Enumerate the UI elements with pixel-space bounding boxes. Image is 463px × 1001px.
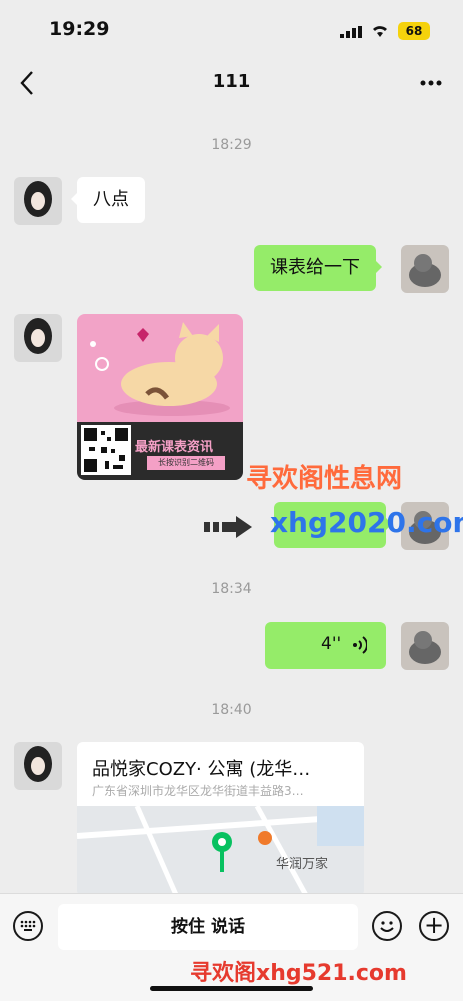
timestamp: 18:40 <box>211 702 252 718</box>
watermark-footer: 寻欢阁xhg521.com <box>190 961 407 986</box>
emoji-icon[interactable] <box>372 911 402 941</box>
chat-title: 111 <box>212 71 251 92</box>
message-bubble-incoming[interactable]: 八点 <box>71 177 145 223</box>
wifi-icon <box>373 26 387 37</box>
avatar-self[interactable] <box>401 622 449 670</box>
cat-illustration <box>77 314 243 422</box>
voice-message[interactable]: 4'' <box>265 622 386 669</box>
map-poi-label: 华润万家 <box>276 857 329 872</box>
avatar-contact[interactable] <box>14 742 62 790</box>
sticker-banner: 最新课表资讯 长按识别二维码 <box>77 422 243 480</box>
more-icon[interactable] <box>416 68 446 98</box>
sticker-image[interactable]: 最新课表资讯 长按识别二维码 <box>77 314 243 480</box>
timestamp: 18:29 <box>211 137 252 153</box>
qr-code <box>81 425 131 475</box>
keyboard-icon[interactable] <box>13 911 43 941</box>
avatar-contact[interactable] <box>14 177 62 225</box>
status-bar: 19:29 68 <box>0 0 463 58</box>
voice-wave-icon <box>353 636 367 654</box>
avatar-self[interactable] <box>401 245 449 293</box>
signal-icon <box>340 26 362 38</box>
hold-to-talk-button[interactable]: 按住 说话 <box>58 904 358 950</box>
message-bubble-outgoing[interactable]: 课表给一下 <box>254 245 382 291</box>
watermark-url: xhg2020.com <box>270 506 463 539</box>
watermark-text: 寻欢阁性息网 <box>246 464 403 494</box>
battery-icon: 68 <box>398 22 430 40</box>
status-time: 19:29 <box>49 18 110 40</box>
location-map <box>77 804 364 897</box>
sticker-subcaption: 长按识别二维码 <box>147 456 225 470</box>
avatar-contact[interactable] <box>14 314 62 362</box>
timestamp: 18:34 <box>211 581 252 597</box>
sticker-caption: 最新课表资讯 <box>135 440 214 455</box>
plus-icon[interactable]: + <box>419 911 449 941</box>
arrow-icon <box>204 516 252 538</box>
home-indicator <box>150 986 313 991</box>
voice-duration: 4'' <box>321 634 342 654</box>
nav-bar: 111 <box>0 58 463 108</box>
location-card[interactable]: 品悦家COZY· 公寓 (龙华… 广东省深圳市龙华区龙华街道丰益路3… 华润万家 <box>77 742 364 897</box>
location-title: 品悦家COZY· 公寓 (龙华… <box>92 759 311 780</box>
location-address: 广东省深圳市龙华区龙华街道丰益路3… <box>92 784 304 798</box>
